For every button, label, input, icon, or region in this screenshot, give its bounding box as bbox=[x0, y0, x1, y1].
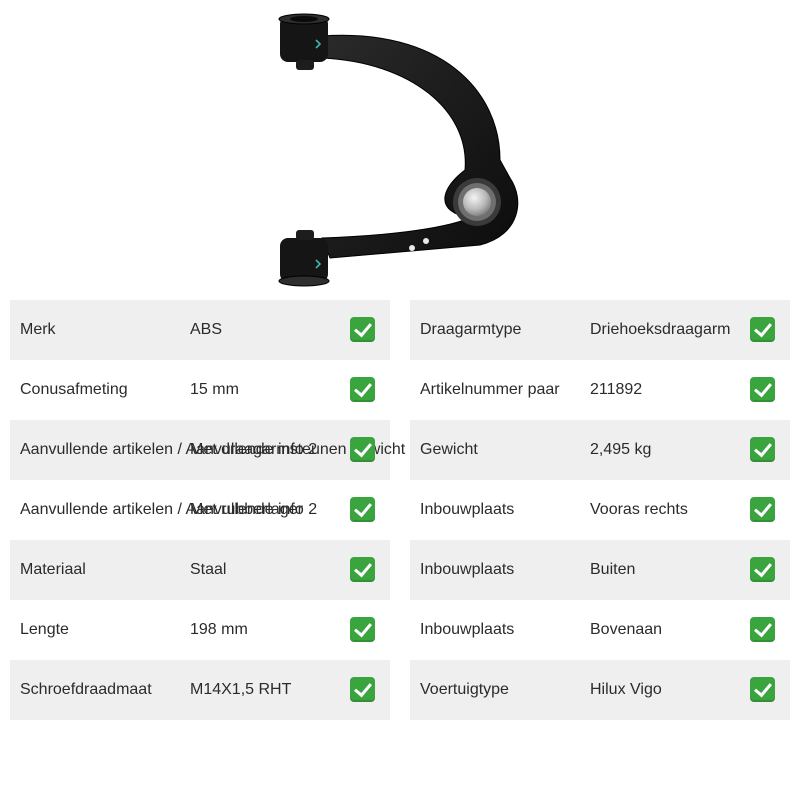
spec-row-inbouwplaats-2: Inbouwplaats Buiten bbox=[410, 540, 790, 600]
spec-label: Inbouwplaats bbox=[420, 621, 515, 638]
spec-row-inbouwplaats-3: Inbouwplaats Bovenaan bbox=[410, 600, 790, 660]
spec-value: Staal bbox=[190, 561, 227, 578]
spec-value: Buiten bbox=[590, 561, 636, 578]
spec-row-aanvullende-info-2: Aanvullende artikelen / Aanvullende info… bbox=[10, 480, 390, 540]
check-mark-icon bbox=[350, 617, 375, 642]
spec-value: ABS bbox=[190, 321, 223, 338]
spec-value: M14X1,5 RHT bbox=[190, 681, 292, 698]
check-mark-icon bbox=[750, 557, 775, 582]
check-mark-icon bbox=[750, 377, 775, 402]
check-mark-icon bbox=[350, 677, 375, 702]
check-mark-icon bbox=[350, 557, 375, 582]
spec-row-conusafmeting: Conusafmeting 15 mm bbox=[10, 360, 390, 420]
check-mark-icon bbox=[350, 497, 375, 522]
spec-value: Hilux Vigo bbox=[590, 681, 662, 698]
spec-value: 211892 bbox=[590, 381, 643, 398]
check-mark-icon bbox=[350, 437, 375, 462]
spec-label: Merk bbox=[20, 321, 56, 338]
check-mark-icon bbox=[350, 317, 375, 342]
spec-value: Met rubberlager bbox=[190, 501, 303, 518]
spec-row-artikelnummer-paar: Artikelnummer paar 211892 bbox=[410, 360, 790, 420]
check-mark-icon bbox=[750, 617, 775, 642]
spec-label: Inbouwplaats bbox=[420, 501, 515, 518]
spec-row-lengte: Lengte 198 mm bbox=[10, 600, 390, 660]
control-arm-image bbox=[278, 13, 519, 287]
spec-value: Driehoeksdraagarm bbox=[590, 321, 731, 338]
spec-label: Voertuigtype bbox=[420, 681, 509, 698]
spec-label: Lengte bbox=[20, 621, 69, 638]
spec-table-right: Draagarmtype Driehoeksdraagarm Artikelnu… bbox=[410, 300, 790, 720]
spec-table-left: Merk ABS Conusafmeting 15 mm Aanvullende… bbox=[10, 300, 405, 720]
spec-label: Draagarmtype bbox=[420, 321, 522, 338]
spec-row-voertuigtype: Voertuigtype Hilux Vigo bbox=[410, 660, 790, 720]
check-mark-icon bbox=[750, 497, 775, 522]
spec-value: 198 mm bbox=[190, 621, 248, 638]
check-mark-icon bbox=[350, 377, 375, 402]
check-mark-icon bbox=[750, 437, 775, 462]
spec-label: Conusafmeting bbox=[20, 381, 128, 398]
spec-value: Vooras rechts bbox=[590, 501, 688, 518]
spec-row-schroefdraadmaat: Schroefdraadmaat M14X1,5 RHT bbox=[10, 660, 390, 720]
spec-row-inbouwplaats-1: Inbouwplaats Vooras rechts bbox=[410, 480, 790, 540]
spec-row-draagarmtype: Draagarmtype Driehoeksdraagarm bbox=[410, 300, 790, 360]
check-mark-icon bbox=[750, 677, 775, 702]
spec-label: Gewicht bbox=[420, 441, 478, 458]
check-mark-icon bbox=[750, 317, 775, 342]
spec-row-aanvullende-info-1: Aanvullende artikelen / Aanvullende info… bbox=[10, 420, 405, 480]
spec-value: Bovenaan bbox=[590, 621, 663, 638]
spec-value: 15 mm bbox=[190, 381, 239, 398]
spec-row-gewicht: Gewicht 2,495 kg bbox=[410, 420, 790, 480]
spec-label: Materiaal bbox=[20, 561, 86, 578]
spec-value: 2,495 kg bbox=[590, 441, 652, 458]
spec-row-merk: Merk ABS bbox=[10, 300, 390, 360]
spec-label: Inbouwplaats bbox=[420, 561, 515, 578]
spec-label: Artikelnummer paar bbox=[420, 381, 560, 398]
spec-row-materiaal: Materiaal Staal bbox=[10, 540, 390, 600]
spec-label: Schroefdraadmaat bbox=[20, 681, 152, 698]
